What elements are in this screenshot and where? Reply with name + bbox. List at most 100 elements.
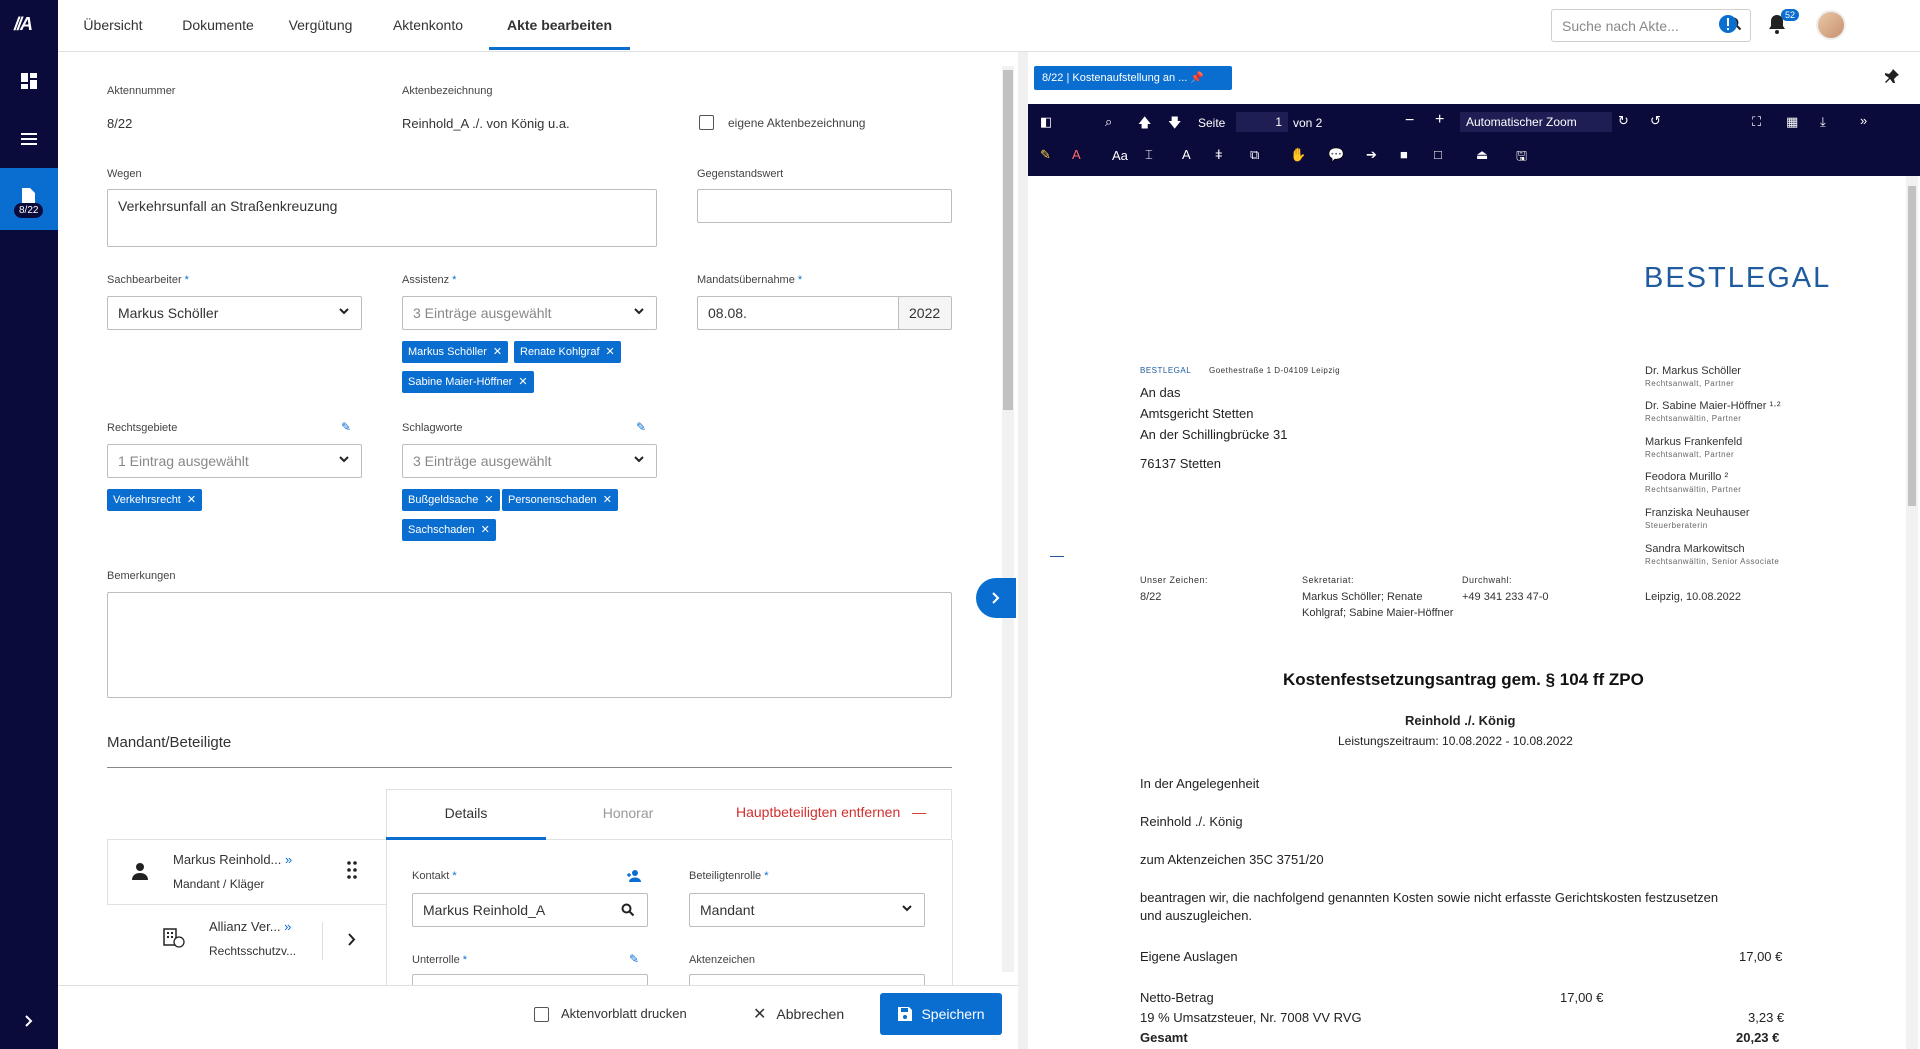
zoom-select[interactable]: Automatischer Zoom (1460, 112, 1612, 132)
schlagworte-chip[interactable]: Bußgeldsache ✕ (402, 489, 500, 511)
strike-icon[interactable]: ǂ (1215, 147, 1223, 162)
aktenzeichen-input[interactable] (689, 974, 925, 985)
filled-rect-icon[interactable]: ■ (1400, 147, 1408, 162)
assistenz-select[interactable]: 3 Einträge ausgewählt (402, 296, 657, 330)
schlagworte-chip[interactable]: Personenschaden ✕ (502, 489, 618, 511)
close-icon[interactable]: ✕ (484, 494, 493, 506)
download-icon[interactable]: ⤓ (1820, 114, 1826, 130)
save-button[interactable]: Speichern (880, 993, 1002, 1035)
arrow-icon[interactable]: ➔ (1366, 147, 1377, 163)
search-icon[interactable]: ⌕ (1105, 114, 1112, 130)
lawyer-name: Franziska Neuhauser (1645, 507, 1750, 519)
dashboard-icon[interactable] (0, 56, 58, 106)
wegen-input[interactable]: Verkehrsunfall an Straßenkreuzung (107, 189, 657, 247)
more-tools-icon[interactable]: » (1860, 113, 1867, 128)
hand-icon[interactable]: ✋ (1290, 147, 1306, 163)
zoom-in-icon[interactable]: + (1435, 111, 1444, 129)
highlight-icon[interactable]: ✎ (1040, 147, 1051, 163)
tab-honorar[interactable]: Honorar (548, 789, 708, 840)
expand-sidebar-icon[interactable] (0, 996, 58, 1046)
drag-handle-icon[interactable] (347, 861, 357, 879)
kontakt-input[interactable]: Markus Reinhold_A (412, 893, 648, 927)
pane-splitter[interactable] (1018, 52, 1028, 1049)
assistenz-chip[interactable]: Markus Schöller ✕ (402, 341, 509, 363)
form-scrollbar[interactable] (1002, 66, 1014, 972)
close-icon[interactable]: ✕ (518, 376, 527, 388)
rechtsgebiete-chip[interactable]: Verkehrsrecht ✕ (107, 489, 203, 511)
comment-icon[interactable]: 💬 (1328, 147, 1344, 163)
zoom-out-icon[interactable]: − (1405, 112, 1414, 130)
pin-icon[interactable] (1884, 68, 1900, 84)
mandat-date-input[interactable]: 08.08. (697, 296, 900, 330)
party1-role: Mandant / Kläger (173, 877, 265, 891)
cancel-button[interactable]: ✕ Abbrechen (753, 1004, 844, 1024)
fullscreen-icon[interactable]: ⛶ (1752, 114, 1761, 130)
tab-details[interactable]: Details (386, 789, 546, 840)
sidebar-toggle-icon[interactable]: ◧ (1040, 114, 1052, 130)
pdf-scrollbar[interactable] (1906, 176, 1918, 1049)
toggle-viewer-button[interactable] (976, 578, 1016, 618)
letter-logo: BESTLEGAL (1644, 262, 1832, 294)
assistenz-chip[interactable]: Sabine Maier-Höffner ✕ (402, 371, 534, 393)
text-box-icon[interactable]: ⌶ (1145, 147, 1153, 163)
edit-icon[interactable]: ✎ (341, 420, 351, 434)
document-tab[interactable]: 8/22 | Kostenaufstellung an ... 📌 (1034, 66, 1232, 90)
app-logo[interactable]: //A (14, 14, 33, 35)
kontakt-value: Markus Reinhold_A (423, 902, 546, 918)
close-icon[interactable]: ✕ (187, 494, 196, 506)
arrow-down-icon[interactable]: 🡇 (1168, 114, 1181, 136)
bemerkungen-input[interactable] (107, 592, 952, 698)
form-scrollbar-thumb[interactable] (1003, 70, 1013, 410)
edit-icon[interactable]: ✎ (636, 420, 646, 434)
beteiligtenrolle-select[interactable]: Mandant (689, 893, 925, 927)
pdf-scrollbar-thumb[interactable] (1908, 186, 1916, 506)
close-icon[interactable]: ✕ (493, 346, 502, 358)
remove-main-party-button[interactable]: Hauptbeteiligten entfernen — (736, 804, 926, 820)
sek-label: Sekretariat: (1302, 575, 1355, 585)
save-icon[interactable]: 🖫 (1516, 147, 1527, 169)
avatar[interactable] (1816, 10, 1846, 40)
add-person-icon[interactable] (627, 870, 641, 882)
pin-icon[interactable]: 📌 (1190, 72, 1204, 84)
close-icon[interactable]: ✕ (606, 346, 615, 358)
underline-icon[interactable]: A (1182, 147, 1191, 162)
letter-paragraph: und auszugleichen. (1140, 908, 1253, 923)
tab-uebersicht[interactable]: Übersicht (78, 0, 148, 50)
assistenz-chip[interactable]: Renate Kohlgraf ✕ (514, 341, 621, 363)
close-icon[interactable]: ✕ (481, 524, 490, 536)
letter-paragraph: In der Angelegenheit (1140, 776, 1260, 791)
page-number-input[interactable]: 1 (1236, 112, 1288, 132)
sachbearbeiter-select[interactable]: Markus Schöller (107, 296, 362, 330)
rotate-ccw-icon[interactable]: ↺ (1650, 113, 1661, 129)
chevron-right-icon[interactable] (348, 933, 356, 946)
tab-aktenkonto[interactable]: Aktenkonto (388, 0, 468, 50)
sidebar-item-current-file[interactable] (0, 168, 58, 230)
close-icon[interactable]: ✕ (603, 494, 612, 506)
schlagworte-select[interactable]: 3 Einträge ausgewählt (402, 444, 657, 478)
rotate-cw-icon[interactable]: ↻ (1618, 113, 1629, 129)
chevron-down-icon (634, 456, 644, 463)
print-cover-checkbox[interactable] (534, 1007, 549, 1022)
rechtsgebiete-select[interactable]: 1 Eintrag ausgewählt (107, 444, 362, 478)
grid-icon[interactable]: ▦ (1786, 114, 1798, 130)
rect-icon[interactable]: □ (1434, 147, 1442, 162)
schlagworte-chip[interactable]: Sachschaden ✕ (402, 519, 496, 541)
search-icon[interactable] (621, 903, 635, 917)
eigene-aktenbezeichnung-checkbox[interactable] (699, 115, 714, 130)
crop-icon[interactable]: ⧉ (1250, 147, 1259, 163)
unterrolle-select[interactable] (412, 974, 648, 985)
stamp-icon[interactable]: ⏏ (1476, 147, 1488, 163)
tab-akte-bearbeiten[interactable]: Akte bearbeiten (489, 0, 630, 50)
font-size-icon[interactable]: Aa (1112, 148, 1128, 163)
text-color-icon[interactable]: A (1072, 147, 1081, 162)
tab-verguetung[interactable]: Vergütung (283, 0, 358, 50)
chevron-right-icon (992, 592, 1000, 604)
edit-icon[interactable]: ✎ (629, 952, 639, 966)
gegenstandswert-input[interactable] (697, 189, 952, 223)
alert-icon[interactable] (1718, 14, 1738, 34)
mandat-year-input[interactable]: 2022 (898, 296, 952, 330)
beteiligtenrolle-label: Beteiligtenrolle * (689, 870, 769, 882)
menu-icon[interactable] (0, 114, 58, 164)
arrow-up-icon[interactable]: 🡅 (1138, 114, 1151, 136)
tab-dokumente[interactable]: Dokumente (178, 0, 258, 50)
